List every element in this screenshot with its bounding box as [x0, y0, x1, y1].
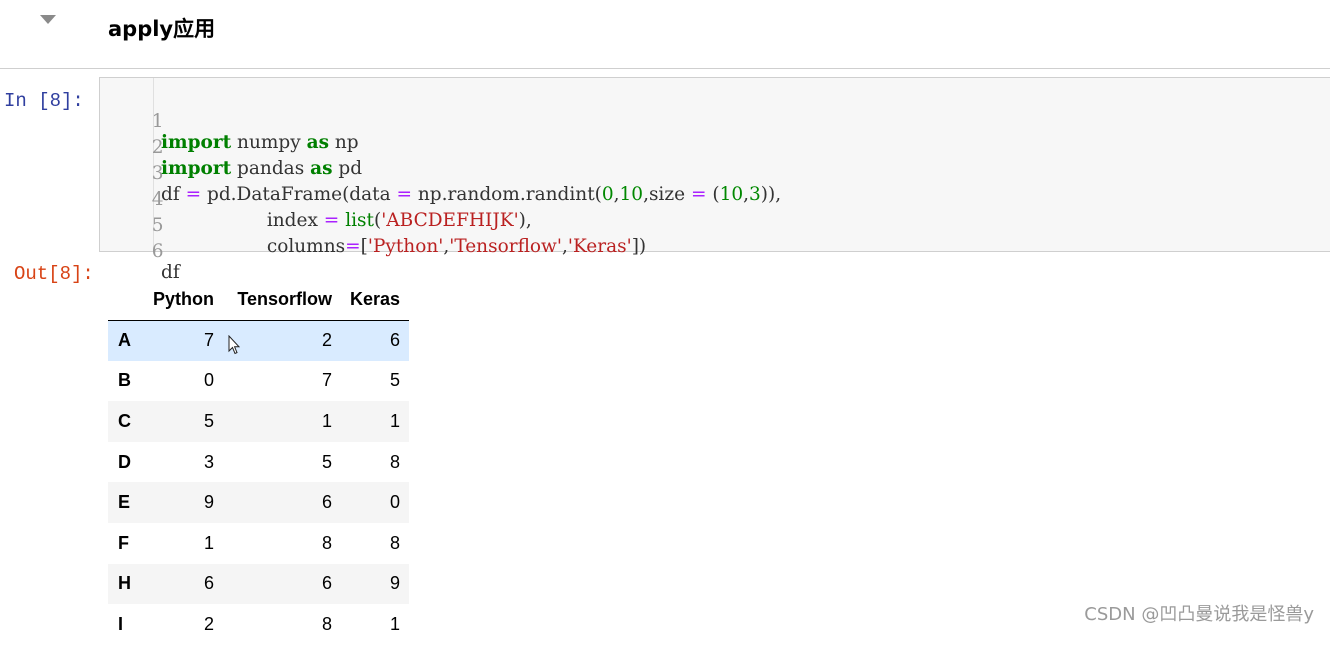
table-cell: 1 [390, 410, 401, 431]
table-cell: 8 [321, 532, 332, 553]
table-cell: 6 [321, 573, 332, 594]
table-cell: 9 [390, 573, 401, 594]
table-cell: 2 [321, 330, 332, 351]
code-line-3[interactable]: 3 df = pd.DataFrame(data = np.random.ran… [100, 142, 781, 205]
table-cell: 5 [203, 410, 214, 431]
row-index: I [118, 613, 124, 634]
table-row: I 2 8 1 [108, 604, 410, 645]
output-prompt: Out[8]: [14, 263, 94, 285]
code-line-5[interactable]: 5 columns=['Python','Tensorflow','Keras'… [100, 194, 646, 257]
table-cell: 8 [390, 532, 401, 553]
row-index: D [118, 451, 131, 472]
code-line-1[interactable]: 1 import numpy as np [100, 90, 359, 153]
table-cell: 1 [321, 410, 332, 431]
table-cell: 5 [321, 451, 332, 472]
mouse-pointer-icon [228, 335, 240, 355]
line-number: 3 [151, 163, 164, 184]
table-header-row: Python Tensorflow Keras [108, 280, 410, 321]
table-cell: 2 [203, 613, 214, 634]
table-cell: 7 [203, 330, 214, 351]
table-cell: 5 [390, 370, 401, 391]
line-number: 4 [151, 189, 164, 210]
row-index: B [118, 370, 131, 391]
line-number: 6 [151, 241, 164, 262]
table-cell: 8 [390, 451, 401, 472]
table-row: D 3 5 8 [108, 441, 410, 483]
watermark-text: CSDN @凹凸曼说我是怪兽y [1084, 604, 1314, 625]
code-editor[interactable]: 1 import numpy as np 2 import pandas as … [99, 77, 1330, 283]
table-row: C 5 1 1 [108, 401, 410, 442]
table-cell: 6 [321, 492, 332, 513]
line-number: 2 [151, 137, 164, 158]
table-row: F 1 8 8 [108, 522, 410, 564]
table-cell: 6 [203, 573, 214, 594]
dataframe-table: Python Tensorflow Keras A 7 2 6 B 0 7 5 C 5 1 1 D 3 5 8… [108, 280, 410, 645]
column-header-keras: Keras [341, 280, 410, 321]
row-index: E [118, 492, 131, 513]
code-line-2[interactable]: 2 import pandas as pd [100, 116, 362, 179]
column-header-python: Python [142, 280, 223, 321]
row-index: A [118, 330, 131, 351]
table-cell: 0 [390, 492, 401, 513]
table-row: A 7 2 6 [108, 320, 410, 361]
table-cell: 8 [321, 613, 332, 634]
table-cell: 3 [203, 451, 214, 472]
column-header-tensorflow: Tensorflow [223, 280, 341, 321]
table-cell: 1 [390, 613, 401, 634]
code-line-4[interactable]: 4 index = list('ABCDEFHIJK'), [100, 168, 532, 231]
index-header [108, 280, 142, 321]
row-index: F [118, 532, 129, 553]
table-cell: 9 [203, 492, 214, 513]
table-row: B 0 7 5 [108, 360, 410, 402]
table-row: E 9 6 0 [108, 482, 410, 523]
code-line-6[interactable]: 6 df [100, 220, 180, 283]
table-row: H 6 6 9 [108, 563, 410, 605]
line-number: 1 [151, 111, 164, 132]
row-index: C [118, 410, 131, 431]
table-cell: 0 [203, 370, 214, 391]
table-cell: 1 [203, 532, 214, 553]
table-cell: 7 [321, 370, 332, 391]
collapse-heading-caret-icon[interactable] [40, 15, 56, 24]
markdown-cell[interactable]: apply应用 [0, 0, 1330, 69]
input-prompt: In [8]: [4, 90, 84, 112]
line-number: 5 [151, 215, 164, 236]
markdown-heading: apply应用 [108, 17, 216, 41]
row-index: H [118, 573, 131, 594]
table-cell: 6 [390, 330, 401, 351]
